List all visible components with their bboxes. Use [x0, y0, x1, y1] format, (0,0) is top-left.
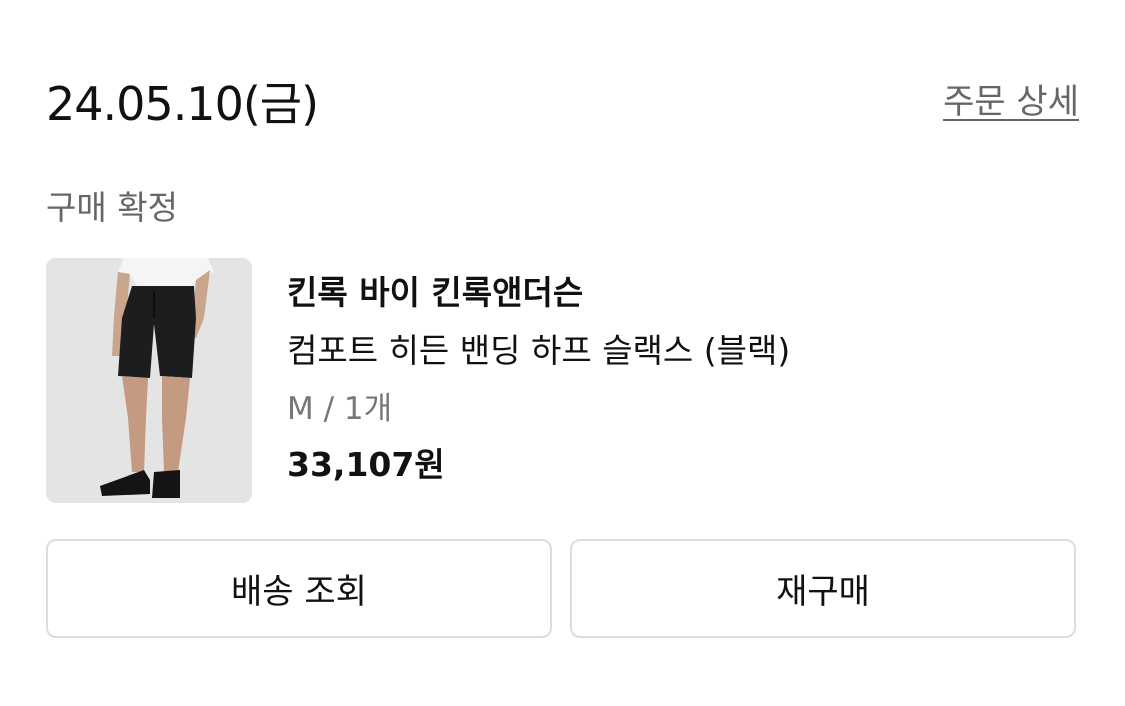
order-card: 24.05.10(금) 주문 상세 구매 확정 킨록 바이 킨록앤더슨 컴포트 … [0, 0, 1125, 706]
rebuy-button[interactable]: 재구매 [570, 539, 1076, 638]
product-price: 33,107원 [287, 445, 445, 484]
order-detail-link[interactable]: 주문 상세 [943, 80, 1079, 124]
product-option: M / 1개 [287, 391, 393, 427]
brand-name[interactable]: 킨록 바이 킨록앤더슨 [287, 270, 790, 316]
order-status: 구매 확정 [46, 188, 178, 227]
order-date: 24.05.10(금) [46, 77, 319, 131]
product-info: 킨록 바이 킨록앤더슨 컴포트 히든 밴딩 하프 슬랙스 (블랙) M / 1개… [287, 270, 790, 488]
product-photo [46, 258, 252, 503]
product-name[interactable]: 컴포트 히든 밴딩 하프 슬랙스 (블랙) [287, 328, 790, 374]
delivery-tracking-button[interactable]: 배송 조회 [46, 539, 552, 638]
product-thumbnail[interactable] [46, 258, 252, 503]
